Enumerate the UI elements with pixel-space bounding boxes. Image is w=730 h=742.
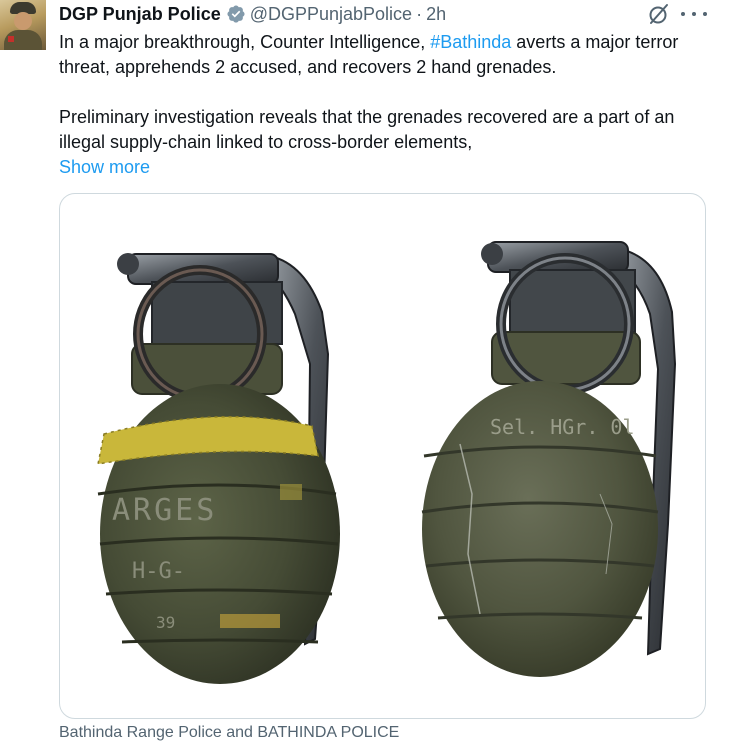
more-options-icon[interactable] xyxy=(681,2,707,26)
tweet-header: DGP Punjab Police @DGPPunjabPolice · 2h xyxy=(59,3,446,25)
grenade-left: ARGES H-G- 39 xyxy=(97,253,340,684)
grenade-right-marking-1: Sel. HGr. 0l xyxy=(490,415,635,439)
tweet-media[interactable]: ARGES H-G- 39 Sel. HGr. 0l xyxy=(59,193,706,719)
author-handle[interactable]: @DGPPunjabPolice xyxy=(250,4,412,25)
tweet-body: In a major breakthrough, Counter Intelli… xyxy=(59,30,709,180)
grok-icon[interactable] xyxy=(647,2,671,26)
tweet-paragraph-1: In a major breakthrough, Counter Intelli… xyxy=(59,30,709,80)
avatar[interactable] xyxy=(0,0,46,50)
show-more-link[interactable]: Show more xyxy=(59,155,150,180)
grenades-photo: ARGES H-G- 39 Sel. HGr. 0l xyxy=(97,241,677,684)
separator-dot: · xyxy=(416,3,423,24)
author-name[interactable]: DGP Punjab Police xyxy=(59,4,221,25)
grenade-left-marking-1: ARGES xyxy=(112,493,217,528)
tweet-paragraph-2: Preliminary investigation reveals that t… xyxy=(59,107,675,152)
verified-badge-icon[interactable] xyxy=(226,4,246,24)
post-time[interactable]: 2h xyxy=(426,4,446,25)
hashtag-link[interactable]: #Bathinda xyxy=(430,32,511,52)
avatar-badge xyxy=(8,36,14,42)
grenade-right: Sel. HGr. 0l xyxy=(421,241,677,677)
grenade-left-marking-2: H-G- xyxy=(132,559,185,584)
tweet-text-prefix: In a major breakthrough, Counter Intelli… xyxy=(59,32,431,52)
avatar-face xyxy=(14,12,32,30)
grenade-left-marking-3: 39 xyxy=(156,613,175,632)
media-caption[interactable]: Bathinda Range Police and BATHINDA POLIC… xyxy=(59,724,399,742)
